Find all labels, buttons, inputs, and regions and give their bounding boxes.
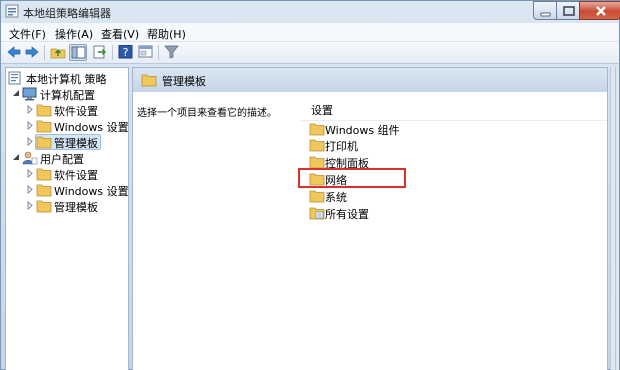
- details-pane: 管理模板 选择一个项目来查看它的描述。 设置 Windows 组件 打印机 控制…: [132, 67, 608, 370]
- tree-item-admin-templates-selected[interactable]: 管理模板: [6, 134, 128, 150]
- close-button[interactable]: [579, 1, 620, 20]
- tree-item-user-software-settings[interactable]: 软件设置: [6, 166, 128, 182]
- menu-bar: 文件(F) 操作(A) 查看(V) 帮助(H): [1, 23, 619, 42]
- folder-icon: [36, 200, 52, 213]
- folder-icon: [309, 123, 325, 136]
- toolbar-separator: [158, 45, 159, 60]
- folder-icon: [36, 168, 52, 181]
- tree-label: 本地计算机 策略: [26, 73, 107, 86]
- forward-arrow-icon: [25, 46, 39, 58]
- tree-label: 软件设置: [54, 105, 98, 118]
- properties-button[interactable]: [137, 44, 155, 61]
- column-header-divider: [301, 120, 607, 121]
- policy-editor-app-icon: [5, 4, 19, 18]
- user-icon: [22, 151, 38, 165]
- list-item-label: 所有设置: [325, 208, 369, 221]
- maximize-icon: [563, 6, 575, 16]
- expand-arrow-icon[interactable]: [26, 201, 34, 210]
- back-arrow-icon: [7, 46, 21, 58]
- minimize-button[interactable]: [533, 1, 557, 20]
- collapse-arrow-icon[interactable]: [12, 153, 20, 162]
- computer-icon: [22, 87, 37, 101]
- title-bar[interactable]: 本地组策略编辑器: [1, 1, 620, 23]
- menu-help[interactable]: 帮助(H): [147, 26, 186, 42]
- console-tree: 本地计算机 策略 计算机配置 软件设置 Windows 设置 管理模板 用户配置…: [5, 67, 129, 370]
- tree-label: 计算机配置: [40, 89, 95, 102]
- expand-arrow-icon[interactable]: [26, 105, 34, 114]
- list-item-label: 系统: [325, 191, 347, 204]
- network-highlight-annotation: [298, 168, 406, 188]
- maximize-button[interactable]: [556, 1, 580, 20]
- tree-label: Windows 设置: [54, 121, 129, 134]
- tree-item-software-settings[interactable]: 软件设置: [6, 102, 128, 118]
- expand-arrow-icon[interactable]: [26, 137, 34, 146]
- properties-icon: [138, 45, 153, 58]
- tree-item-local-computer-policy[interactable]: 本地计算机 策略: [6, 70, 128, 86]
- menu-action[interactable]: 操作(A): [55, 26, 93, 42]
- toolbar: ?: [1, 42, 619, 64]
- menu-view[interactable]: 查看(V): [101, 26, 139, 42]
- folder-icon: [36, 120, 52, 133]
- filter-button[interactable]: [163, 44, 181, 61]
- export-list-button[interactable]: [91, 44, 109, 61]
- details-title: 管理模板: [162, 75, 206, 88]
- help-button[interactable]: ?: [117, 44, 135, 61]
- expand-arrow-icon[interactable]: [26, 121, 34, 130]
- close-icon: [596, 6, 606, 16]
- tree-label: 管理模板: [54, 201, 98, 214]
- tree-label: 用户配置: [40, 153, 84, 166]
- window-right-edge: [615, 67, 616, 370]
- list-item-label: 打印机: [325, 140, 358, 153]
- up-one-level-button[interactable]: [49, 44, 67, 61]
- folder-icon: [36, 104, 52, 117]
- tree-label: 软件设置: [54, 169, 98, 182]
- toolbar-separator: [112, 45, 113, 60]
- collapse-arrow-icon[interactable]: [12, 89, 20, 98]
- toolbar-separator: [44, 45, 45, 60]
- expand-arrow-icon[interactable]: [26, 185, 34, 194]
- list-item-label: Windows 组件: [325, 124, 400, 137]
- console-tree-icon: [71, 46, 86, 59]
- filter-icon: [164, 45, 179, 59]
- description-text: 选择一个项目来查看它的描述。: [137, 108, 277, 119]
- help-icon: ?: [118, 45, 133, 59]
- show-hide-tree-button[interactable]: [69, 44, 87, 61]
- window-title: 本地组策略编辑器: [23, 7, 111, 20]
- tree-item-user-config[interactable]: 用户配置: [6, 150, 128, 166]
- export-list-icon: [93, 45, 106, 59]
- tree-label: Windows 设置: [54, 185, 129, 198]
- details-header: 管理模板: [133, 68, 607, 92]
- tree-label: 管理模板: [54, 137, 98, 150]
- forward-button[interactable]: [23, 44, 41, 61]
- column-header-setting[interactable]: 设置: [311, 102, 333, 118]
- folder-icon: [309, 156, 325, 169]
- folder-icon: [141, 74, 157, 87]
- folder-icon: [36, 136, 52, 149]
- settings-folder-icon: [309, 207, 325, 220]
- folder-icon: [36, 184, 52, 197]
- expand-arrow-icon[interactable]: [26, 169, 34, 178]
- tree-item-user-windows-settings[interactable]: Windows 设置: [6, 182, 129, 198]
- svg-text:?: ?: [123, 46, 129, 59]
- up-folder-icon: [50, 48, 66, 59]
- tree-item-user-admin-templates[interactable]: 管理模板: [6, 198, 128, 214]
- back-button[interactable]: [5, 44, 23, 61]
- menu-file[interactable]: 文件(F): [9, 26, 46, 42]
- tree-item-computer-config[interactable]: 计算机配置: [6, 86, 128, 102]
- folder-icon: [309, 190, 325, 203]
- tree-item-windows-settings[interactable]: Windows 设置: [6, 118, 129, 134]
- minimize-icon: [540, 12, 551, 17]
- folder-icon: [309, 139, 325, 152]
- computer-policy-icon: [8, 71, 21, 85]
